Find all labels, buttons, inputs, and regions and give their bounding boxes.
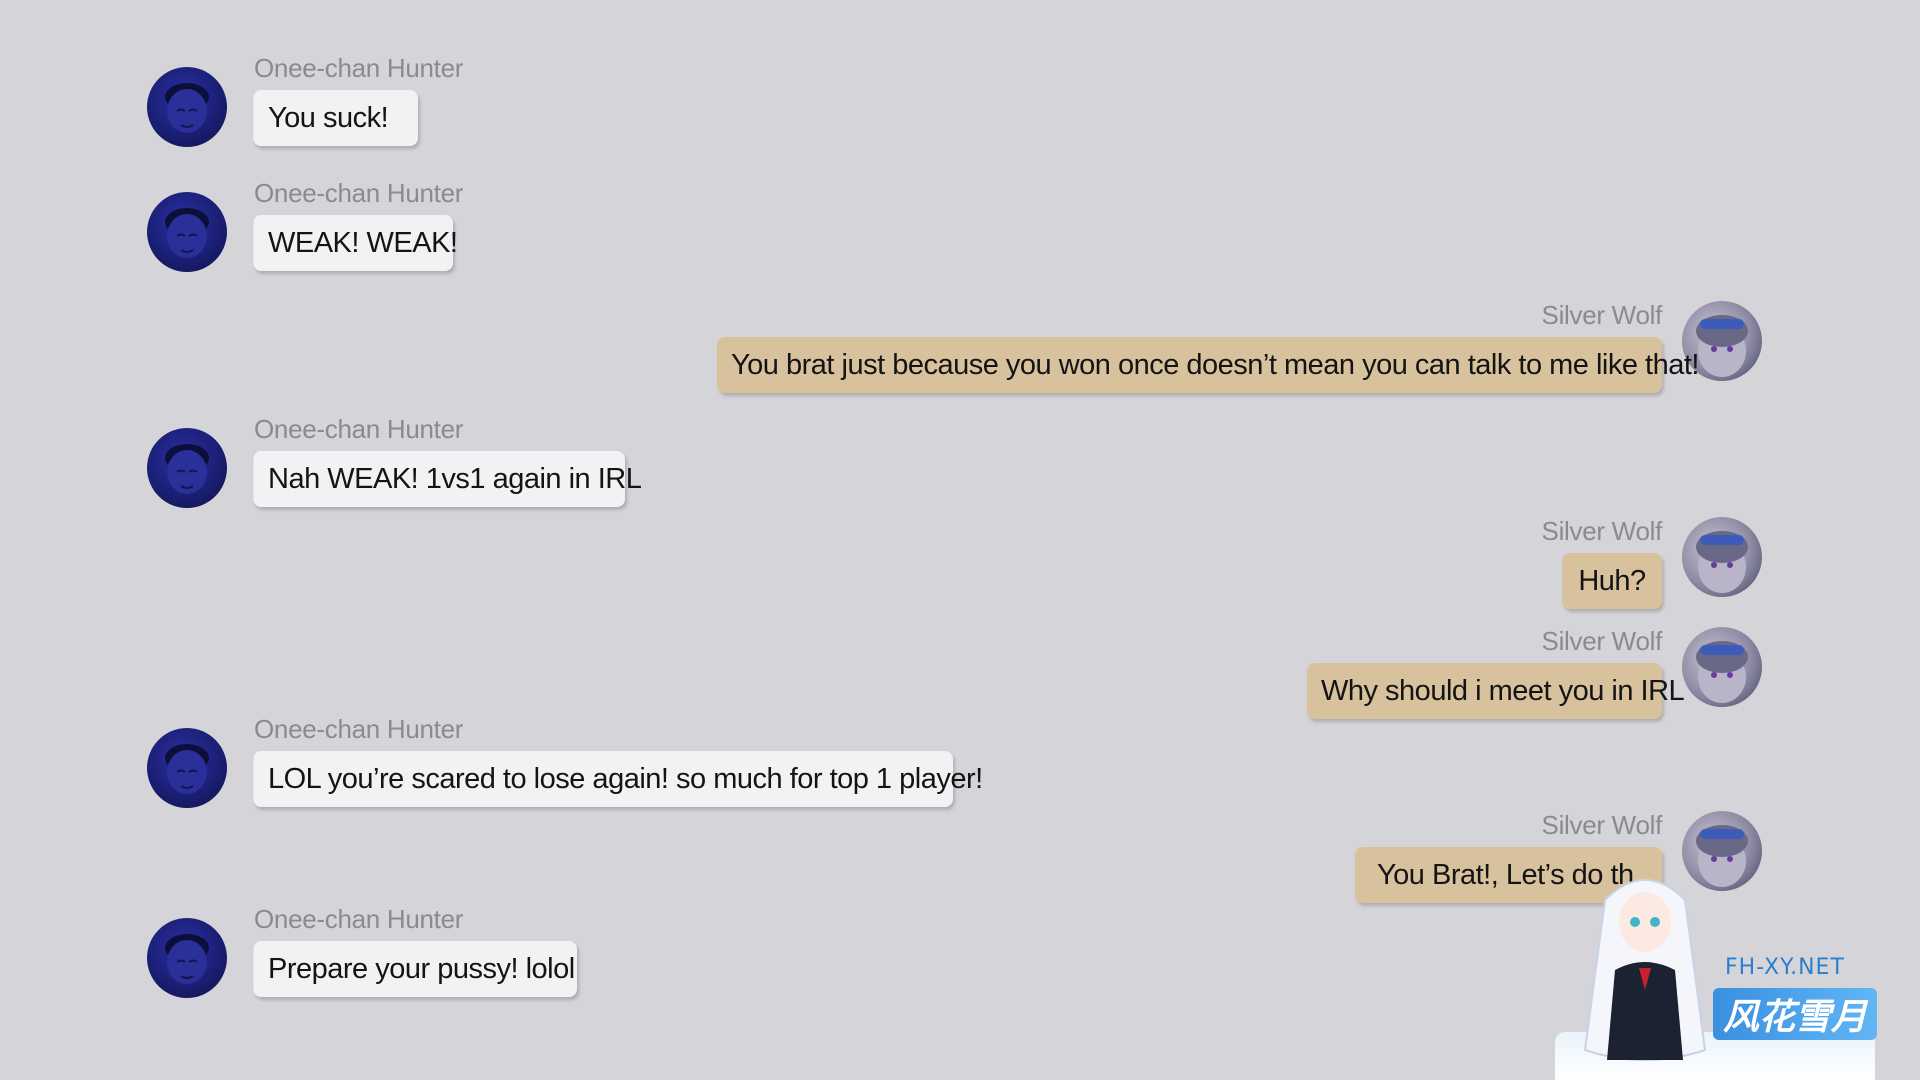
sender-name: Onee-chan Hunter: [254, 414, 464, 444]
avatar-hunter-icon[interactable]: [147, 728, 227, 808]
sender-name: Silver Wolf: [1541, 516, 1663, 546]
watermark-brand: 风花雪月: [1713, 988, 1878, 1040]
message-bubble[interactable]: Huh?: [1562, 553, 1662, 609]
watermark: FH-XY.NET 风花雪月: [1545, 860, 1895, 1080]
message-bubble[interactable]: LOL you’re scared to lose again! so much…: [253, 751, 983, 807]
avatar-silver-wolf-icon[interactable]: [1682, 517, 1762, 597]
sender-name: Onee-chan Hunter: [254, 714, 464, 744]
message-bubble[interactable]: Nah WEAK! 1vs1 again in IRL: [253, 451, 642, 507]
chat-message: Silver Wolf Huh?: [1542, 516, 1762, 616]
chat-message: Silver Wolf Why should i meet you in IRL: [1307, 626, 1762, 726]
chat-message: Onee-chan Hunter Nah WEAK! 1vs1 again in…: [147, 414, 747, 514]
chat-message: Onee-chan Hunter WEAK! WEAK!: [147, 178, 647, 278]
message-bubble[interactable]: Why should i meet you in IRL: [1307, 663, 1685, 719]
message-bubble[interactable]: WEAK! WEAK!: [253, 215, 458, 271]
message-bubble[interactable]: You brat just because you won once doesn…: [717, 337, 1700, 393]
watermark-character-icon: [1583, 879, 1707, 1061]
chat-message: Onee-chan Hunter You suck!: [147, 53, 647, 153]
sender-name: Onee-chan Hunter: [254, 178, 464, 208]
avatar-hunter-icon[interactable]: [147, 192, 227, 272]
sender-name: Silver Wolf: [1541, 300, 1663, 330]
avatar-hunter-icon[interactable]: [147, 67, 227, 147]
chat-screen: Onee-chan Hunter You suck! Onee-chan Hun…: [0, 0, 1920, 1080]
watermark-url: FH-XY.NET: [1725, 955, 1845, 980]
message-bubble[interactable]: You suck!: [253, 90, 418, 146]
chat-message: Silver Wolf You brat just because you wo…: [717, 300, 1762, 400]
sender-name: Silver Wolf: [1541, 626, 1663, 656]
sender-name: Onee-chan Hunter: [254, 53, 464, 83]
chat-message: Onee-chan Hunter Prepare your pussy! lol…: [147, 904, 647, 1004]
chat-message: Onee-chan Hunter LOL you’re scared to lo…: [147, 714, 1047, 814]
message-bubble[interactable]: Prepare your pussy! lolol: [253, 941, 577, 997]
sender-name: Silver Wolf: [1541, 810, 1663, 840]
sender-name: Onee-chan Hunter: [254, 904, 464, 934]
avatar-silver-wolf-icon[interactable]: [1682, 627, 1762, 707]
avatar-hunter-icon[interactable]: [147, 428, 227, 508]
avatar-hunter-icon[interactable]: [147, 918, 227, 998]
